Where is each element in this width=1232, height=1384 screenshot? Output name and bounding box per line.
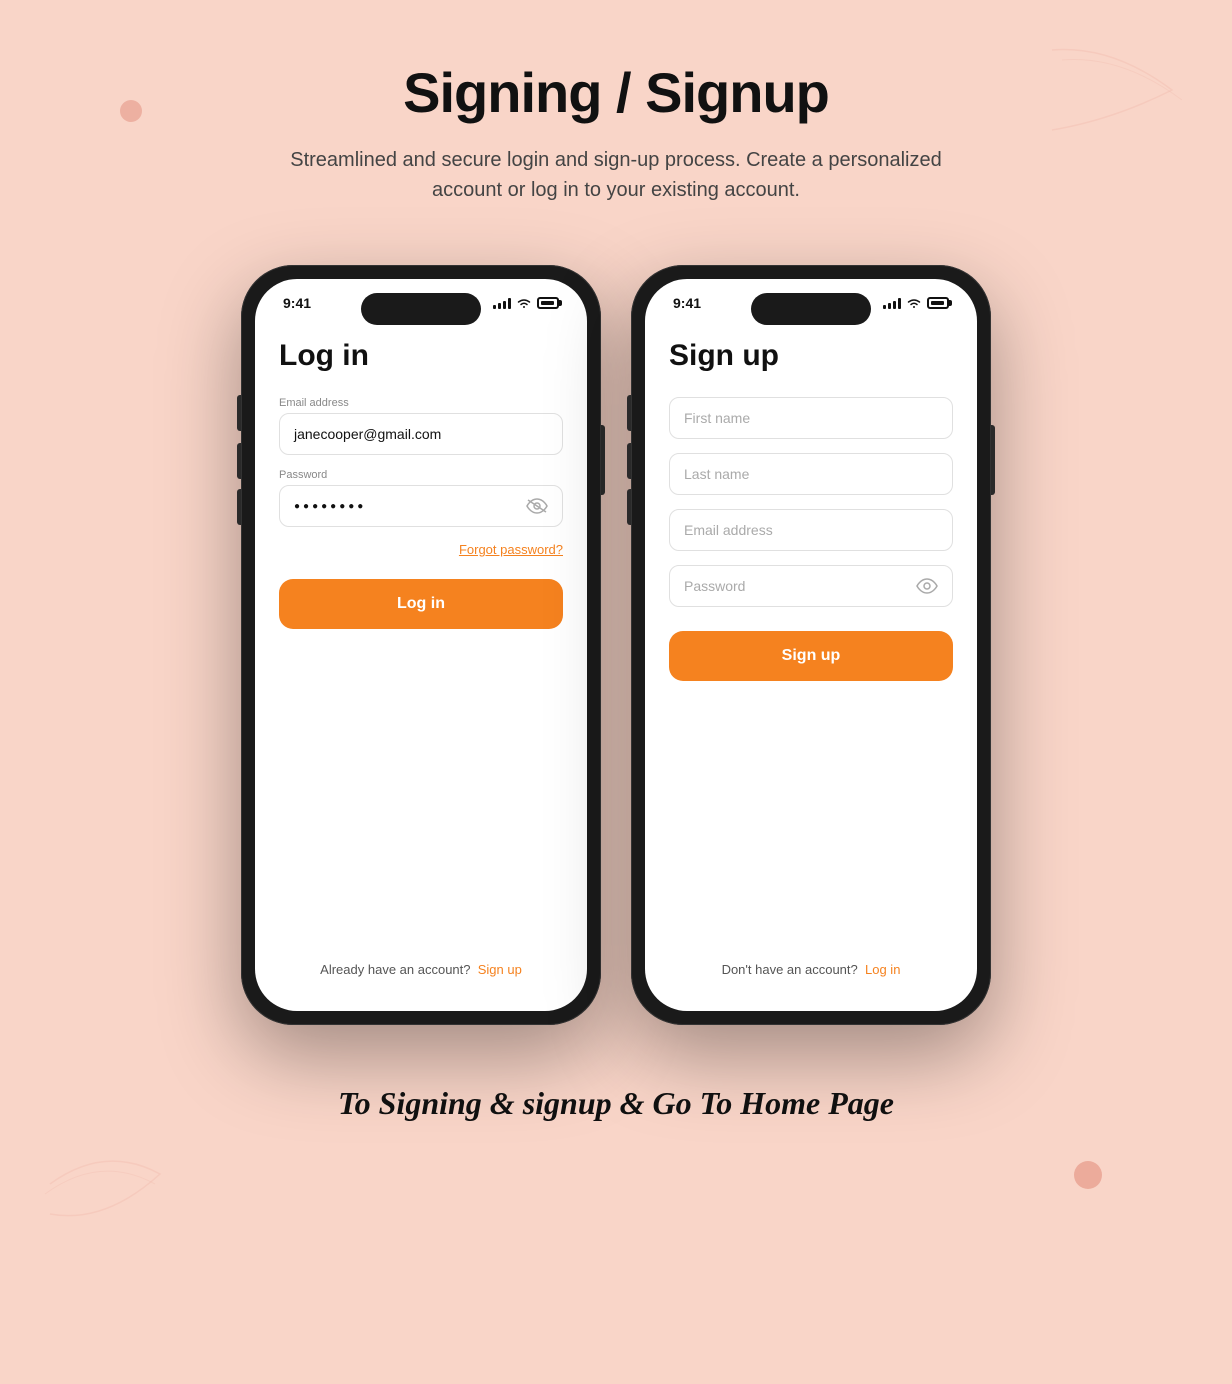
vol-btn-2 [237,489,241,525]
login-email-value: janecooper@gmail.com [294,426,441,442]
deco-lines-top [1042,40,1182,140]
login-footer-link[interactable]: Sign up [478,962,522,977]
signup-title: Sign up [669,339,953,373]
phones-container: 9:41 Log in [241,265,991,1025]
signup-phone: 9:41 Sign up [631,265,991,1025]
signup-firstname-input[interactable]: First name [669,397,953,439]
battery-icon [537,297,559,309]
login-password-dots: ●●●●●●●● [294,501,366,512]
signup-lastname-input[interactable]: Last name [669,453,953,495]
forgot-password-link[interactable]: Forgot password? [279,541,563,559]
status-time-login: 9:41 [283,295,311,311]
deco-lines-bottom [40,1134,170,1234]
login-screen-content: Log in Email address janecooper@gmail.co… [255,319,587,1011]
signup-firstname-group: First name [669,397,953,439]
login-footer-text: Already have an account? [320,962,470,977]
phone-notch-login [361,293,481,325]
wifi-icon-2 [906,297,922,309]
deco-circle-top [120,100,142,122]
vol-btn-1 [237,443,241,479]
signup-screen: 9:41 Sign up [645,279,977,1011]
signup-email-placeholder: Email address [684,522,773,538]
status-icons-login [493,297,559,309]
login-password-group: Password ●●●●●●●● [279,469,563,527]
eye-icon [916,578,938,594]
signup-firstname-placeholder: First name [684,410,750,426]
signup-password-placeholder: Password [684,578,745,594]
signal-icon-2 [883,297,901,309]
status-icons-signup [883,297,949,309]
deco-circle-bottom [1074,1161,1102,1189]
login-button[interactable]: Log in [279,579,563,629]
login-password-input[interactable]: ●●●●●●●● [279,485,563,527]
phone-notch-signup [751,293,871,325]
signup-lastname-group: Last name [669,453,953,495]
signup-button[interactable]: Sign up [669,631,953,681]
signup-footer: Don't have an account? Log in [669,962,953,987]
login-email-label: Email address [279,397,563,409]
login-phone: 9:41 Log in [241,265,601,1025]
login-screen: 9:41 Log in [255,279,587,1011]
signup-password-group: Password [669,565,953,607]
vol-btn-3 [627,443,631,479]
page-title: Signing / Signup [403,60,829,125]
signup-password-input[interactable]: Password [669,565,953,607]
login-title: Log in [279,339,563,373]
signup-lastname-placeholder: Last name [684,466,749,482]
signup-footer-text: Don't have an account? [722,962,858,977]
battery-icon-2 [927,297,949,309]
signal-icon [493,297,511,309]
signup-footer-link[interactable]: Log in [865,962,900,977]
signup-email-group: Email address [669,509,953,551]
login-password-label: Password [279,469,563,481]
login-footer: Already have an account? Sign up [279,962,563,987]
forgot-password-label: Forgot password? [459,542,563,557]
signup-screen-content: Sign up First name Last name Email [645,319,977,1011]
vol-btn-4 [627,489,631,525]
wifi-icon [516,297,532,309]
status-time-signup: 9:41 [673,295,701,311]
login-email-input[interactable]: janecooper@gmail.com [279,413,563,455]
eye-slash-icon [526,498,548,514]
bottom-caption: To Signing & signup & Go To Home Page [338,1085,894,1122]
signup-email-input[interactable]: Email address [669,509,953,551]
login-email-group: Email address janecooper@gmail.com [279,397,563,455]
page-subtitle: Streamlined and secure login and sign-up… [266,145,966,205]
